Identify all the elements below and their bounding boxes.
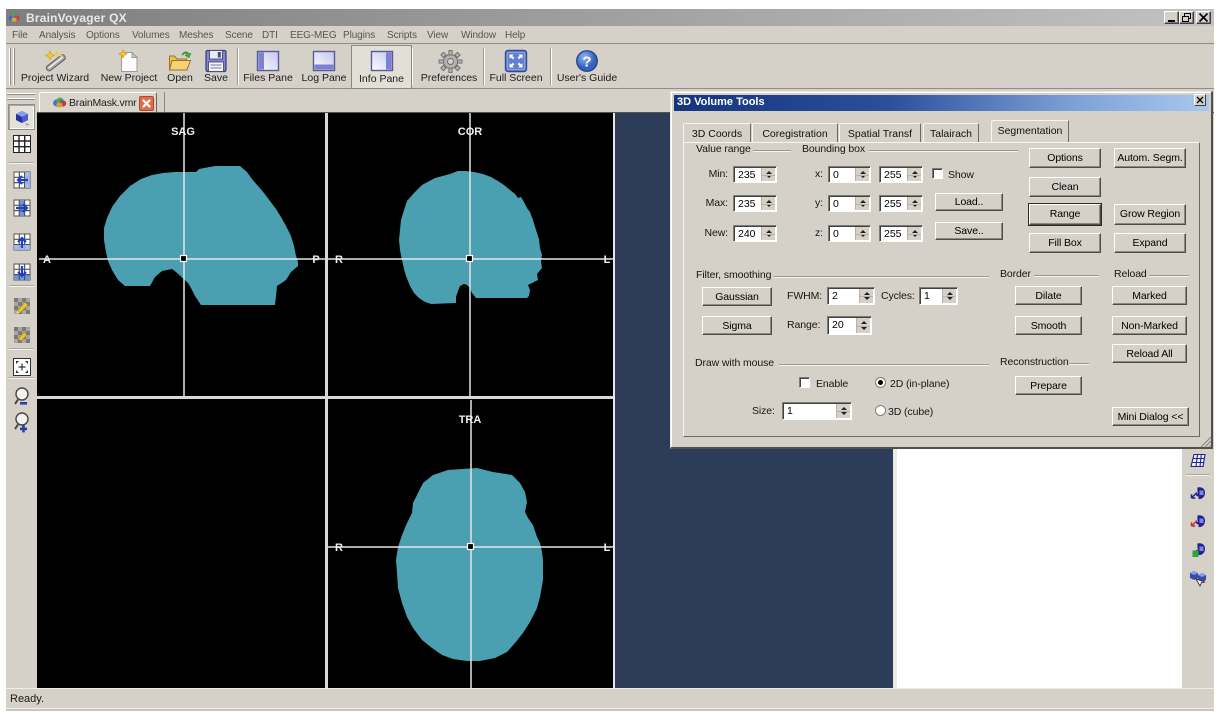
svg-text:A: A (43, 254, 51, 266)
svg-text:L: L (604, 542, 611, 554)
svg-text:L: L (604, 254, 611, 266)
svg-text:SAG: SAG (171, 126, 195, 138)
svg-text:?: ? (582, 54, 591, 71)
svg-text:P: P (312, 254, 319, 266)
svg-text:TRA: TRA (459, 414, 482, 426)
svg-text:R: R (335, 542, 343, 554)
svg-text:R: R (335, 254, 343, 266)
svg-text:COR: COR (458, 126, 483, 138)
